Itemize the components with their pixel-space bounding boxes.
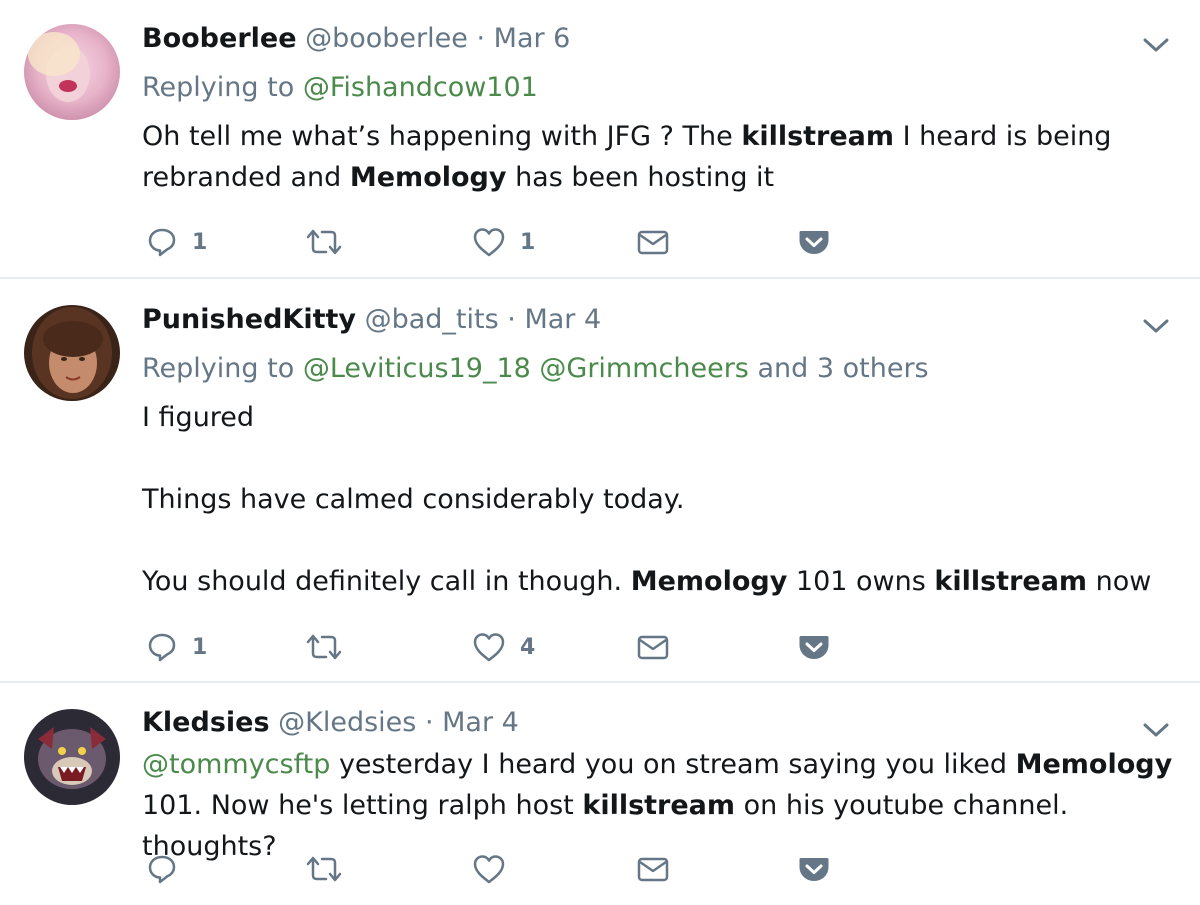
text-line: I figured (142, 402, 255, 433)
tweet[interactable]: Kledsies @Kledsies · Mar 4 @tommycsftp y… (0, 683, 1200, 905)
tweet-actions: 1 4 (142, 629, 862, 665)
reply-mention[interactable]: @Leviticus19_18 (303, 353, 531, 384)
pocket-icon (799, 858, 829, 881)
tweet-text: I figured Things have calmed considerabl… (142, 397, 1182, 602)
like-button[interactable]: 1 (472, 224, 535, 260)
highlight-term: Memology (349, 162, 507, 193)
reply-icon (148, 855, 176, 884)
retweet-button[interactable] (304, 224, 358, 260)
reply-button[interactable] (146, 851, 192, 887)
retweet-icon (306, 856, 342, 882)
display-name[interactable]: Kledsies (142, 707, 270, 738)
text-segment: yesterday I heard you on stream saying y… (330, 749, 1016, 780)
tweet-mention[interactable]: @tommycsftp (142, 749, 330, 780)
direct-message-button[interactable] (636, 851, 670, 887)
text-line: You should definitely call in though. Me… (142, 561, 1182, 602)
avatar[interactable] (24, 305, 120, 401)
display-name[interactable]: PunishedKitty (142, 304, 356, 335)
highlight-term: Memology (630, 566, 788, 597)
display-name[interactable]: Booberlee (142, 23, 297, 54)
reply-icon (148, 228, 176, 257)
replying-to: Replying to @Fishandcow101 (142, 71, 538, 105)
tweet[interactable]: Booberlee @booberlee · Mar 6 Replying to… (0, 0, 1200, 279)
tweet-header: PunishedKitty @bad_tits · Mar 4 (142, 303, 601, 337)
like-button[interactable]: 4 (472, 629, 535, 665)
chevron-down-icon[interactable] (1140, 34, 1172, 56)
replying-to-label: Replying to (142, 353, 295, 384)
tweet-date[interactable]: Mar 6 (494, 23, 571, 54)
text-segment: has been hosting it (506, 162, 775, 193)
tweet-date[interactable]: Mar 4 (524, 304, 601, 335)
user-handle[interactable]: @Kledsies (278, 707, 416, 738)
reply-button[interactable]: 1 (146, 629, 207, 665)
retweet-icon (306, 634, 342, 660)
separator-dot: · (476, 23, 486, 54)
direct-message-button[interactable] (636, 629, 670, 665)
text-segment: Oh tell me what’s happening with JFG ? T… (142, 121, 742, 152)
direct-message-icon (637, 635, 669, 660)
separator-dot: · (507, 304, 516, 335)
pocket-button[interactable] (797, 851, 831, 887)
pocket-icon (799, 636, 829, 659)
tweet-text: @tommycsftp yesterday I heard you on str… (142, 744, 1182, 867)
highlight-term: killstream (934, 566, 1088, 597)
reply-count: 1 (192, 229, 208, 255)
pocket-icon (799, 231, 829, 254)
reply-button[interactable]: 1 (146, 224, 207, 260)
reply-mention[interactable]: @Fishandcow101 (303, 72, 538, 103)
retweet-button[interactable] (304, 629, 358, 665)
chevron-down-icon[interactable] (1140, 719, 1172, 741)
reply-icon (148, 633, 176, 662)
like-button[interactable] (472, 851, 520, 887)
replying-to-label: Replying to (142, 72, 295, 103)
tweet-date[interactable]: Mar 4 (442, 707, 519, 738)
text-segment: 101 owns (787, 566, 935, 597)
highlight-term: killstream (582, 790, 736, 821)
direct-message-icon (637, 857, 669, 882)
tweet-actions: 1 1 (142, 224, 862, 260)
tweet-feed: Booberlee @booberlee · Mar 6 Replying to… (0, 0, 1200, 905)
chevron-down-icon[interactable] (1140, 315, 1172, 337)
pocket-button[interactable] (797, 629, 831, 665)
reply-mention[interactable]: @Grimmcheers (539, 353, 748, 384)
tweet[interactable]: PunishedKitty @bad_tits · Mar 4 Replying… (0, 279, 1200, 683)
direct-message-button[interactable] (636, 224, 670, 260)
user-handle[interactable]: @booberlee (305, 23, 468, 54)
tweet-actions (142, 851, 862, 887)
tweet-header: Booberlee @booberlee · Mar 6 (142, 22, 570, 56)
like-count: 4 (520, 634, 536, 660)
text-line: Things have calmed considerably today. (142, 484, 685, 515)
direct-message-icon (637, 230, 669, 255)
like-icon (473, 633, 505, 662)
replying-to: Replying to @Leviticus19_18 @Grimmcheers… (142, 352, 929, 386)
text-segment: now (1087, 566, 1152, 597)
highlight-term: Memology (1015, 749, 1173, 780)
text-segment: You should definitely call in though. (142, 566, 631, 597)
avatar[interactable] (24, 24, 120, 120)
like-icon (473, 228, 505, 257)
reply-others[interactable]: and 3 others (757, 353, 928, 384)
reply-count: 1 (192, 634, 208, 660)
user-handle[interactable]: @bad_tits (365, 304, 499, 335)
like-icon (473, 855, 505, 884)
tweet-header: Kledsies @Kledsies · Mar 4 (142, 706, 519, 740)
avatar[interactable] (24, 709, 120, 805)
tweet-text: Oh tell me what’s happening with JFG ? T… (142, 116, 1182, 198)
separator-dot: · (424, 707, 434, 738)
text-segment: 101. Now he's letting ralph host (142, 790, 583, 821)
highlight-term: killstream (741, 121, 895, 152)
retweet-button[interactable] (304, 851, 358, 887)
like-count: 1 (520, 229, 536, 255)
pocket-button[interactable] (797, 224, 831, 260)
retweet-icon (306, 229, 342, 255)
